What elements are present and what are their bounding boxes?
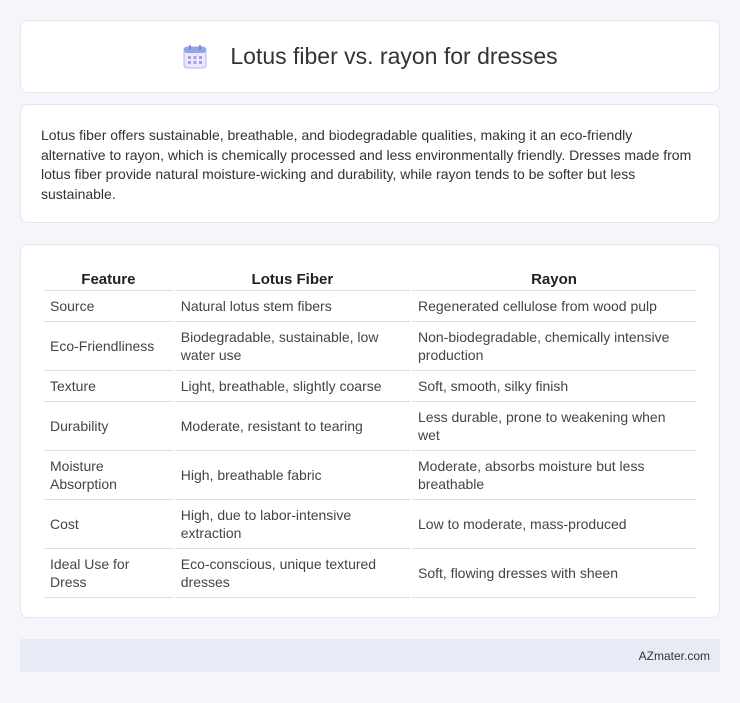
intro-card: Lotus fiber offers sustainable, breathab… [20, 104, 720, 223]
comparison-card: Feature Lotus Fiber Rayon Source Natural… [20, 244, 720, 618]
feature-cell: Ideal Use for Dress [44, 549, 173, 598]
comparison-table: Feature Lotus Fiber Rayon Source Natural… [42, 265, 698, 598]
feature-cell: Cost [44, 500, 173, 549]
table-row: Eco-Friendliness Biodegradable, sustaina… [44, 322, 696, 371]
title-card: Lotus fiber vs. rayon for dresses [20, 20, 720, 93]
table-row: Moisture Absorption High, breathable fab… [44, 451, 696, 500]
rayon-cell: Regenerated cellulose from wood pulp [412, 291, 696, 322]
page-title: Lotus fiber vs. rayon for dresses [230, 43, 558, 69]
lotus-cell: Natural lotus stem fibers [174, 291, 410, 322]
feature-cell: Eco-Friendliness [44, 322, 173, 371]
table-row: Cost High, due to labor-intensive extrac… [44, 500, 696, 549]
footer: AZmater.com [20, 639, 720, 672]
rayon-cell: Less durable, prone to weakening when we… [412, 402, 696, 451]
footer-brand[interactable]: AZmater.com [639, 649, 710, 663]
intro-text: Lotus fiber offers sustainable, breathab… [41, 127, 692, 202]
lotus-cell: Biodegradable, sustainable, low water us… [174, 322, 410, 371]
feature-cell: Source [44, 291, 173, 322]
rayon-cell: Low to moderate, mass-produced [412, 500, 696, 549]
lotus-cell: Light, breathable, slightly coarse [174, 371, 410, 402]
lotus-cell: High, breathable fabric [174, 451, 410, 500]
table-row: Ideal Use for Dress Eco-conscious, uniqu… [44, 549, 696, 598]
lotus-cell: Eco-conscious, unique textured dresses [174, 549, 410, 598]
header-lotus-fiber: Lotus Fiber [174, 265, 410, 291]
lotus-cell: Moderate, resistant to tearing [174, 402, 410, 451]
table-header-row: Feature Lotus Fiber Rayon [44, 265, 696, 291]
feature-cell: Moisture Absorption [44, 451, 173, 500]
table-row: Source Natural lotus stem fibers Regener… [44, 291, 696, 322]
lotus-cell: High, due to labor-intensive extraction [174, 500, 410, 549]
feature-cell: Durability [44, 402, 173, 451]
rayon-cell: Non-biodegradable, chemically intensive … [412, 322, 696, 371]
header-feature: Feature [44, 265, 173, 291]
table-row: Durability Moderate, resistant to tearin… [44, 402, 696, 451]
feature-cell: Texture [44, 371, 173, 402]
rayon-cell: Soft, flowing dresses with sheen [412, 549, 696, 598]
header-rayon: Rayon [412, 265, 696, 291]
rayon-cell: Moderate, absorbs moisture but less brea… [412, 451, 696, 500]
table-row: Texture Light, breathable, slightly coar… [44, 371, 696, 402]
rayon-cell: Soft, smooth, silky finish [412, 371, 696, 402]
calendar-icon [183, 44, 207, 68]
